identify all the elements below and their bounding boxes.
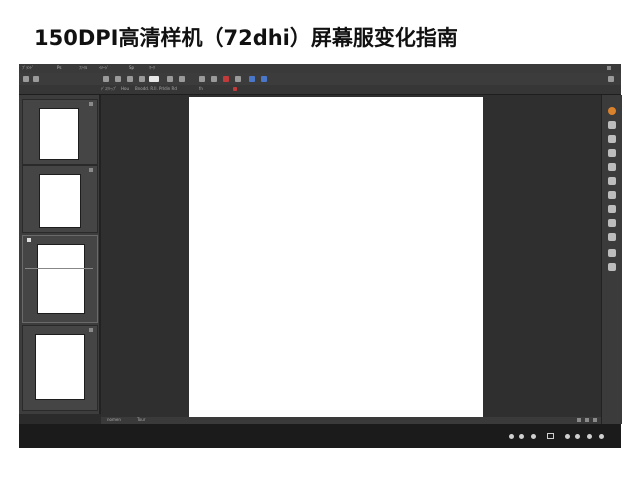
menu-item-image[interactable]: ｲﾒｰｼﾞ [99, 65, 109, 71]
menu-item-sp[interactable]: Sp [129, 65, 134, 70]
type-tool-icon[interactable] [608, 219, 616, 227]
page-thumbnail-1[interactable] [22, 99, 98, 165]
option-hou[interactable]: Hou [121, 86, 129, 91]
layers-icon[interactable] [33, 76, 39, 82]
brush-tool-icon[interactable] [608, 163, 616, 171]
document-page[interactable] [189, 97, 483, 417]
thumb-checkbox-icon[interactable] [27, 238, 31, 242]
option-mode[interactable]: Bnodd. R.ll. [135, 86, 158, 91]
eraser-tool-icon[interactable] [608, 191, 616, 199]
option-preset[interactable]: Prldin Rd [159, 86, 177, 91]
status-icon[interactable] [593, 418, 597, 422]
adjust-icon[interactable] [223, 76, 229, 82]
record-dot-icon[interactable] [599, 434, 604, 439]
share-icon[interactable] [261, 76, 267, 82]
move-tool-icon[interactable] [608, 121, 616, 129]
thumb-menu-icon[interactable] [89, 102, 93, 106]
save-icon[interactable] [127, 76, 133, 82]
open-icon[interactable] [115, 76, 121, 82]
tool-panel [601, 95, 622, 424]
shape-tool-icon[interactable] [608, 233, 616, 241]
icon-toolbar [19, 73, 621, 85]
guide-line [25, 268, 93, 269]
status-bar: nomen Tour [101, 417, 601, 424]
settings-icon[interactable] [608, 76, 614, 82]
status-zoom: nomen [107, 417, 121, 422]
new-doc-icon[interactable] [103, 76, 109, 82]
thumbnail-page [39, 108, 79, 160]
status-doc: Tour [137, 417, 146, 422]
record-dot-icon[interactable] [587, 434, 592, 439]
record-dot-icon[interactable] [531, 434, 536, 439]
undo-icon[interactable] [167, 76, 173, 82]
lasso-tool-icon[interactable] [608, 135, 616, 143]
print-icon[interactable] [139, 76, 145, 82]
menu-item-file[interactable]: ﾌｧｲﾙ [79, 65, 87, 71]
color-picker-icon[interactable] [608, 107, 616, 115]
canvas-area[interactable] [101, 95, 601, 417]
text-icon[interactable] [211, 76, 217, 82]
mask-icon[interactable] [235, 76, 241, 82]
record-dot-icon[interactable] [519, 434, 524, 439]
page-thumbnail-2[interactable] [22, 165, 98, 233]
thumbnail-page [39, 174, 81, 228]
app-window: ﾌﾞﾗﾝﾄﾞ Ps ﾌｧｲﾙ ｲﾒｰｼﾞ Sp ﾏｰｸ ﾃﾞｽｸﾄｯﾌﾟ Hou… [19, 64, 622, 448]
option-fn[interactable]: fn [199, 86, 203, 91]
gradient-tool-icon[interactable] [608, 205, 616, 213]
status-icon[interactable] [577, 418, 581, 422]
menu-item-ps[interactable]: Ps [57, 65, 61, 70]
hand-tool-icon[interactable] [608, 249, 616, 257]
record-dot-icon[interactable] [565, 434, 570, 439]
status-icon[interactable] [585, 418, 589, 422]
redo-icon[interactable] [179, 76, 185, 82]
thumb-menu-icon[interactable] [89, 328, 93, 332]
home-icon[interactable] [23, 76, 29, 82]
option-workspace[interactable]: ﾃﾞｽｸﾄｯﾌﾟ [101, 86, 117, 92]
color-swatch-icon[interactable] [149, 76, 159, 82]
brush-icon[interactable] [249, 76, 255, 82]
menu-item-mark[interactable]: ﾏｰｸ [149, 65, 155, 71]
pages-panel [19, 95, 101, 414]
page-thumbnail-4[interactable] [22, 325, 98, 411]
clone-tool-icon[interactable] [608, 177, 616, 185]
menu-item-brand[interactable]: ﾌﾞﾗﾝﾄﾞ [22, 65, 34, 71]
record-icon[interactable] [233, 87, 237, 91]
page-thumbnail-3-selected[interactable] [22, 235, 98, 323]
crop-icon[interactable] [199, 76, 205, 82]
thumbnail-page [35, 334, 85, 400]
options-bar: ﾃﾞｽｸﾄｯﾌﾟ Hou Bnodd. R.ll. Prldin Rd fn [19, 85, 621, 95]
window-control-icon[interactable] [607, 66, 611, 70]
screen-icon[interactable] [547, 433, 554, 439]
record-dot-icon[interactable] [509, 434, 514, 439]
zoom-tool-icon[interactable] [608, 263, 616, 271]
thumb-menu-icon[interactable] [89, 168, 93, 172]
headline: 150DPI高清样机（72dhi）屏幕服变化指南 [34, 26, 458, 50]
bottom-bar [19, 424, 621, 448]
heal-tool-icon[interactable] [608, 149, 616, 157]
record-dot-icon[interactable] [575, 434, 580, 439]
thumbnail-page [37, 244, 85, 314]
